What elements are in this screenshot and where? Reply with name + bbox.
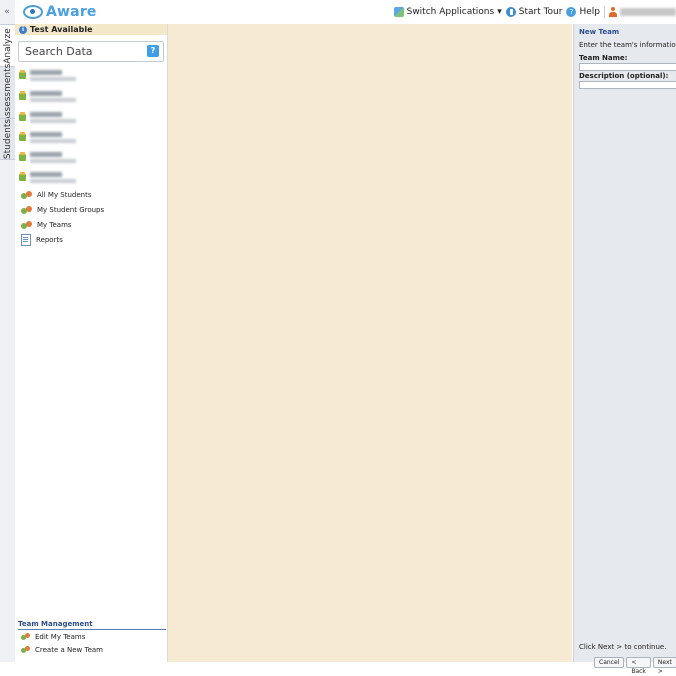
switch-applications-label: Switch Applications bbox=[406, 7, 495, 17]
assessment-redacted bbox=[30, 111, 76, 123]
assessment-icon bbox=[19, 69, 26, 79]
nav-all-my-students-label: All My Students bbox=[37, 191, 92, 199]
assessment-item[interactable] bbox=[19, 168, 159, 186]
assessment-redacted bbox=[30, 69, 76, 81]
new-team-wizard-panel: New Team Enter the team's information be… bbox=[573, 24, 676, 675]
search-help-icon[interactable]: ? bbox=[147, 45, 159, 57]
tab-assessments-label: Assessments bbox=[2, 63, 13, 123]
side-tab-strip: « Analyze Assessments Students bbox=[0, 0, 16, 662]
tab-assessments[interactable]: Assessments bbox=[0, 63, 15, 123]
switch-applications-button[interactable]: Switch Applications ▾ bbox=[393, 7, 502, 17]
nav-my-teams[interactable]: My Teams bbox=[21, 220, 72, 230]
wizard-title: New Team bbox=[579, 28, 620, 36]
assessment-item[interactable] bbox=[19, 148, 159, 166]
info-icon: i bbox=[19, 25, 27, 34]
apps-icon bbox=[393, 7, 404, 17]
test-available-header[interactable]: i Test Available bbox=[15, 24, 167, 35]
assessment-icon bbox=[19, 111, 26, 121]
app-logo[interactable]: Aware bbox=[23, 4, 97, 20]
nav-reports-label: Reports bbox=[36, 236, 63, 244]
tab-students[interactable]: Students bbox=[0, 118, 15, 160]
left-panel: i Test Available Search Data ? All My St… bbox=[15, 24, 168, 662]
assessment-item[interactable] bbox=[19, 87, 159, 105]
edit-my-teams-label: Edit My Teams bbox=[35, 633, 86, 641]
edit-teams-icon bbox=[21, 633, 30, 641]
team-name-label: Team Name: bbox=[579, 54, 628, 62]
tab-analyze-label: Analyze bbox=[2, 28, 13, 64]
students-icon bbox=[21, 190, 32, 200]
back-button[interactable]: < Back bbox=[626, 657, 651, 675]
team-management-header: Team Management bbox=[18, 620, 166, 630]
collapse-panel-icon[interactable]: « bbox=[2, 6, 12, 18]
user-menu[interactable] bbox=[609, 7, 676, 17]
nav-all-my-students[interactable]: All My Students bbox=[21, 190, 92, 200]
toolbar: Switch Applications ▾ Start Tour ? Help bbox=[393, 6, 676, 18]
wizard-description: Enter the team's information below. bbox=[579, 41, 676, 49]
eye-logo-icon bbox=[23, 5, 43, 19]
nav-my-student-groups-label: My Student Groups bbox=[37, 206, 105, 214]
assessment-redacted bbox=[30, 90, 76, 102]
main-content-area bbox=[168, 24, 572, 662]
next-button[interactable]: Next > bbox=[652, 657, 676, 675]
create-new-team-label: Create a New Team bbox=[35, 646, 103, 654]
edit-my-teams-link[interactable]: Edit My Teams bbox=[21, 633, 85, 641]
cancel-button[interactable]: Cancel bbox=[594, 657, 625, 668]
assessment-item[interactable] bbox=[19, 108, 159, 126]
start-tour-button[interactable]: Start Tour bbox=[505, 7, 563, 17]
create-new-team-link[interactable]: Create a New Team bbox=[21, 646, 103, 654]
assessment-redacted bbox=[30, 131, 76, 143]
assessment-icon bbox=[19, 90, 26, 100]
search-data-field[interactable]: Search Data ? bbox=[18, 41, 164, 62]
assessment-item[interactable] bbox=[19, 66, 159, 84]
assessment-icon bbox=[19, 171, 26, 181]
test-available-label: Test Available bbox=[30, 25, 93, 34]
user-icon bbox=[609, 7, 617, 17]
continue-hint: Click Next > to continue. bbox=[579, 643, 667, 651]
tab-analyze[interactable]: Analyze bbox=[0, 24, 15, 68]
search-input[interactable]: Search Data bbox=[25, 45, 93, 58]
assessment-redacted bbox=[30, 151, 76, 163]
assessment-icon bbox=[19, 151, 26, 161]
nav-my-student-groups[interactable]: My Student Groups bbox=[21, 205, 104, 215]
help-icon: ? bbox=[566, 7, 577, 17]
team-name-field[interactable] bbox=[579, 63, 676, 71]
app-name: Aware bbox=[46, 4, 97, 20]
description-label: Description (optional): bbox=[579, 72, 669, 80]
report-icon bbox=[21, 234, 31, 246]
nav-reports[interactable]: Reports bbox=[21, 234, 63, 246]
top-bar: Aware Switch Applications ▾ Start Tour ?… bbox=[15, 0, 676, 24]
wizard-buttons: Cancel < Back Next > bbox=[594, 657, 676, 675]
student-groups-icon bbox=[21, 205, 32, 215]
assessment-icon bbox=[19, 131, 26, 141]
toolbar-divider bbox=[604, 6, 605, 18]
description-field[interactable] bbox=[579, 81, 676, 89]
create-team-icon bbox=[21, 646, 30, 654]
user-name-redacted bbox=[620, 8, 676, 16]
chevron-down-icon: ▾ bbox=[497, 7, 502, 17]
assessment-redacted bbox=[30, 171, 76, 183]
assessment-item[interactable] bbox=[19, 128, 159, 146]
teams-icon bbox=[21, 220, 32, 230]
nav-my-teams-label: My Teams bbox=[37, 221, 72, 229]
tour-icon bbox=[505, 7, 516, 17]
help-button[interactable]: ? Help bbox=[566, 7, 600, 17]
start-tour-label: Start Tour bbox=[518, 7, 563, 17]
help-label: Help bbox=[579, 7, 600, 17]
tab-students-label: Students bbox=[2, 118, 13, 160]
